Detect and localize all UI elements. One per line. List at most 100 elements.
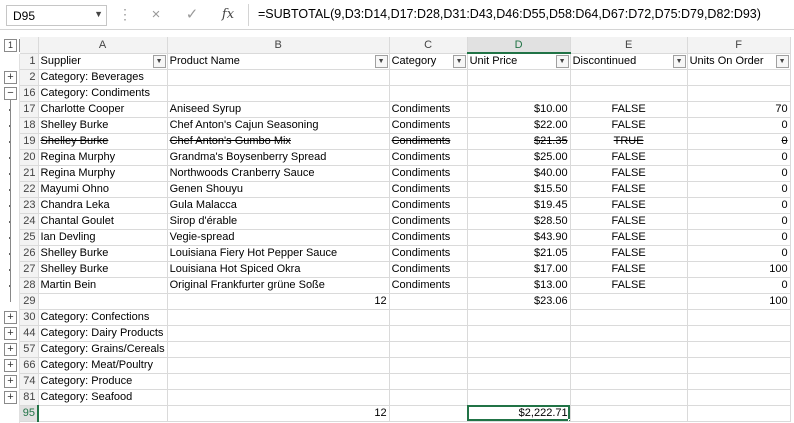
select-all-corner[interactable] — [20, 37, 39, 54]
cell[interactable]: Chef Anton's Gumbo Mix — [167, 133, 390, 150]
cell[interactable] — [687, 69, 791, 86]
cell[interactable]: Category: Seafood — [38, 389, 168, 406]
row-header[interactable]: 24 — [20, 213, 39, 230]
name-box[interactable]: D95 ▼ — [6, 5, 107, 26]
cell[interactable] — [389, 373, 468, 390]
cell[interactable] — [570, 341, 688, 358]
cell[interactable] — [467, 341, 571, 358]
cell[interactable]: 0 — [687, 181, 791, 198]
filter-dropdown-icon[interactable]: ▼ — [672, 54, 686, 68]
row-header[interactable]: 22 — [20, 181, 39, 198]
cell[interactable]: FALSE — [570, 117, 688, 134]
cell[interactable] — [570, 405, 688, 422]
cell[interactable]: $40.00 — [467, 165, 571, 182]
cell[interactable] — [389, 293, 468, 310]
cell[interactable]: Northwoods Cranberry Sauce — [167, 165, 390, 182]
cell[interactable] — [687, 389, 791, 406]
cell[interactable]: Regina Murphy — [38, 165, 168, 182]
cell[interactable] — [467, 309, 571, 326]
row-header[interactable]: 28 — [20, 277, 39, 294]
expand-group-button[interactable]: + — [4, 71, 17, 84]
row-header[interactable]: 27 — [20, 261, 39, 278]
cell[interactable]: $19.45 — [467, 197, 571, 214]
cell[interactable]: Original Frankfurter grüne Soße — [167, 277, 390, 294]
cell[interactable] — [389, 389, 468, 406]
cell[interactable] — [570, 373, 688, 390]
cell[interactable] — [167, 85, 390, 102]
column-header-d[interactable]: D — [467, 37, 571, 54]
cell[interactable] — [570, 309, 688, 326]
cell[interactable] — [389, 309, 468, 326]
cell[interactable]: $22.00 — [467, 117, 571, 134]
cell[interactable]: $43.90 — [467, 229, 571, 246]
cell[interactable]: FALSE — [570, 149, 688, 166]
row-header[interactable]: 29 — [20, 293, 39, 310]
row-header[interactable]: 26 — [20, 245, 39, 262]
cell[interactable] — [167, 389, 390, 406]
cell[interactable]: Martin Bein — [38, 277, 168, 294]
cell[interactable]: $15.50 — [467, 181, 571, 198]
cell[interactable]: Vegie-spread — [167, 229, 390, 246]
cell[interactable] — [467, 85, 571, 102]
column-header-a[interactable]: A — [38, 37, 168, 54]
column-header-e[interactable]: E — [570, 37, 688, 54]
cell[interactable] — [467, 373, 571, 390]
row-header[interactable]: 25 — [20, 229, 39, 246]
expand-group-button[interactable]: + — [4, 311, 17, 324]
cell[interactable] — [389, 357, 468, 374]
cell[interactable] — [167, 325, 390, 342]
row-header[interactable]: 21 — [20, 165, 39, 182]
cell[interactable]: 12 — [167, 405, 390, 422]
row-header[interactable]: 30 — [20, 309, 39, 326]
cell[interactable]: FALSE — [570, 181, 688, 198]
filter-dropdown-icon[interactable]: ▼ — [152, 54, 166, 68]
cell[interactable] — [167, 309, 390, 326]
cell[interactable]: 0 — [687, 277, 791, 294]
cell[interactable]: Category: Meat/Poultry — [38, 357, 168, 374]
cell[interactable] — [467, 389, 571, 406]
cell[interactable] — [167, 69, 390, 86]
outline-level-1-button[interactable]: 1 — [4, 39, 17, 52]
cell[interactable]: Mayumi Ohno — [38, 181, 168, 198]
cell[interactable] — [687, 85, 791, 102]
column-header-c[interactable]: C — [389, 37, 468, 54]
cell[interactable]: Category: Produce — [38, 373, 168, 390]
cell[interactable]: 0 — [687, 213, 791, 230]
cell[interactable] — [570, 293, 688, 310]
cell[interactable] — [687, 325, 791, 342]
cell[interactable]: $17.00 — [467, 261, 571, 278]
cell[interactable]: Shelley Burke — [38, 117, 168, 134]
cell[interactable]: 0 — [687, 197, 791, 214]
cell[interactable] — [167, 357, 390, 374]
cell[interactable] — [167, 373, 390, 390]
cell[interactable] — [570, 389, 688, 406]
cell[interactable]: $13.00 — [467, 277, 571, 294]
cell[interactable]: Condiments — [389, 245, 468, 262]
cell[interactable]: Shelley Burke — [38, 133, 168, 150]
cell[interactable] — [467, 325, 571, 342]
insert-function-icon[interactable]: fx — [217, 5, 239, 25]
cell[interactable] — [570, 325, 688, 342]
row-header[interactable]: 66 — [20, 357, 39, 374]
cell[interactable]: Shelley Burke — [38, 261, 168, 278]
column-title-d[interactable]: Unit Price ▼ — [467, 53, 571, 70]
cell[interactable]: $21.35 — [467, 133, 571, 150]
cell[interactable] — [570, 69, 688, 86]
cell[interactable]: Grandma's Boysenberry Spread — [167, 149, 390, 166]
cell[interactable]: FALSE — [570, 261, 688, 278]
filter-dropdown-icon[interactable]: ▼ — [775, 54, 789, 68]
column-title-b[interactable]: Product Name ▼ — [167, 53, 390, 70]
cell[interactable]: Condiments — [389, 213, 468, 230]
cell[interactable]: Aniseed Syrup — [167, 101, 390, 118]
cell[interactable]: Condiments — [389, 165, 468, 182]
cell[interactable]: FALSE — [570, 245, 688, 262]
column-header-f[interactable]: F — [687, 37, 791, 54]
cell[interactable]: $25.00 — [467, 149, 571, 166]
row-header[interactable]: 81 — [20, 389, 39, 406]
filter-dropdown-icon[interactable]: ▼ — [374, 54, 388, 68]
column-title-c[interactable]: Category ▼ — [389, 53, 468, 70]
cell[interactable]: Condiments — [389, 197, 468, 214]
cell[interactable] — [570, 85, 688, 102]
cell[interactable]: Category: Dairy Products — [38, 325, 168, 342]
more-icon[interactable]: ⋮ — [118, 6, 132, 23]
